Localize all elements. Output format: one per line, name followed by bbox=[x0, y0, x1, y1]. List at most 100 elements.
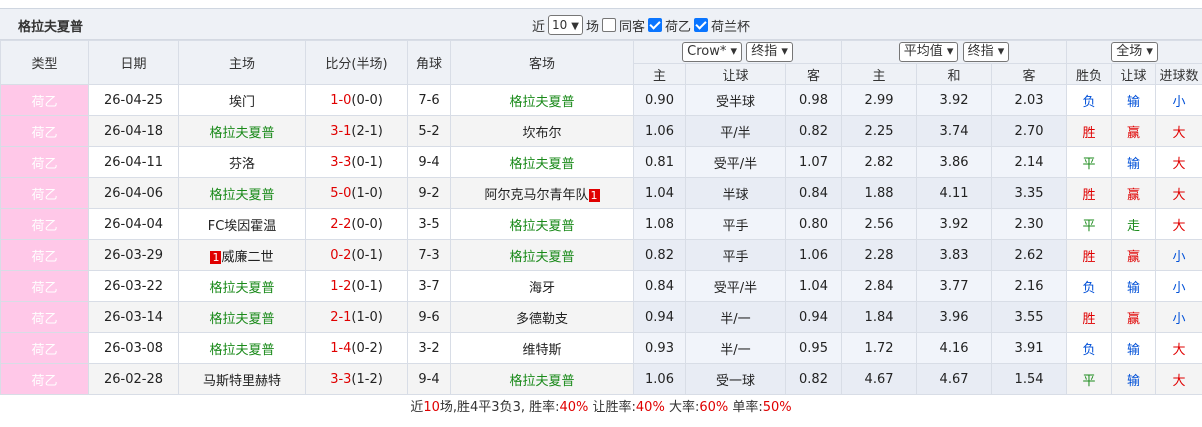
odds-away-cell: 0.82 bbox=[784, 115, 843, 147]
col-corner: 角球 bbox=[407, 40, 451, 85]
home-team-name[interactable]: 埃门 bbox=[229, 95, 255, 110]
sub-euro-home: 主 bbox=[841, 63, 918, 85]
score[interactable]: 0-2 bbox=[330, 248, 351, 263]
away-team-name[interactable]: 格拉夫夏普 bbox=[509, 95, 574, 110]
date-cell: 26-04-04 bbox=[88, 208, 179, 240]
score-cell: 2-1(1-0) bbox=[305, 301, 408, 333]
handicap-result-cell: 赢 bbox=[1111, 177, 1157, 209]
odds-home-cell: 1.06 bbox=[633, 115, 686, 147]
home-team-name[interactable]: 格拉夫夏普 bbox=[209, 281, 274, 296]
odds-handicap-cell: 平手 bbox=[685, 208, 786, 240]
away-team-name[interactable]: 格拉夫夏普 bbox=[509, 250, 574, 265]
away-team-name[interactable]: 坎布尔 bbox=[522, 126, 561, 141]
league1-checkbox[interactable] bbox=[648, 18, 663, 32]
odds-handicap-cell: 受一球 bbox=[685, 363, 786, 395]
corner-cell: 3-7 bbox=[407, 270, 451, 302]
home-cell: 芬洛 bbox=[178, 146, 306, 178]
euro-away-cell: 3.35 bbox=[991, 177, 1068, 209]
score[interactable]: 2-2 bbox=[330, 217, 351, 232]
away-team-name[interactable]: 维特斯 bbox=[522, 343, 561, 358]
home-team-name[interactable]: 威廉二世 bbox=[221, 250, 273, 265]
away-cell: 多德勒支 bbox=[450, 301, 634, 333]
corner-cell: 9-4 bbox=[407, 146, 451, 178]
score-cell: 1-0(0-0) bbox=[305, 84, 408, 116]
league-cell[interactable]: 荷乙 bbox=[0, 84, 89, 116]
odds-away-cell: 0.82 bbox=[784, 363, 843, 395]
half-score: (0-0) bbox=[351, 92, 383, 108]
summary-hcp-rate: 40% bbox=[635, 400, 665, 415]
home-team-name[interactable]: 马斯特里赫特 bbox=[203, 374, 281, 389]
league-cell[interactable]: 荷乙 bbox=[0, 239, 89, 271]
panel-header: 格拉夫夏普 近 10 ▼ 场 同客 荷乙 荷兰杯 bbox=[0, 9, 1202, 40]
home-team-name[interactable]: 格拉夫夏普 bbox=[209, 312, 274, 327]
date-cell: 26-04-06 bbox=[88, 177, 179, 209]
odds-home-cell: 0.81 bbox=[633, 146, 686, 178]
summary-odd-rate: 50% bbox=[762, 400, 792, 415]
score[interactable]: 3-1 bbox=[330, 124, 351, 139]
away-team-name[interactable]: 多德勒支 bbox=[516, 312, 568, 327]
euro-away-cell: 2.62 bbox=[991, 239, 1068, 271]
odds-home-cell: 0.93 bbox=[633, 332, 686, 364]
home-team-name[interactable]: 芬洛 bbox=[229, 157, 255, 172]
home-team-name[interactable]: 格拉夫夏普 bbox=[209, 188, 274, 203]
date-cell: 26-03-29 bbox=[88, 239, 179, 271]
away-cell: 维特斯 bbox=[450, 332, 634, 364]
goals-result-cell: 大 bbox=[1155, 208, 1202, 240]
league-cell[interactable]: 荷乙 bbox=[0, 270, 89, 302]
scope-select[interactable]: 全场 ▾ bbox=[1111, 42, 1158, 62]
recent-count-select[interactable]: 10 ▼ bbox=[548, 15, 583, 35]
euro-draw-cell: 4.16 bbox=[916, 332, 993, 364]
sub-handicap-result: 让球 bbox=[1111, 63, 1157, 85]
scope-select-value: 全场 bbox=[1116, 44, 1143, 59]
score[interactable]: 1-4 bbox=[330, 341, 351, 356]
red-card-badge: 1 bbox=[210, 250, 222, 264]
odds-handicap-cell: 受平/半 bbox=[685, 146, 786, 178]
euro-draw-cell: 3.77 bbox=[916, 270, 993, 302]
score[interactable]: 2-1 bbox=[330, 310, 351, 325]
euro-home-cell: 2.25 bbox=[841, 115, 918, 147]
euro-home-cell: 2.99 bbox=[841, 84, 918, 116]
away-cell: 格拉夫夏普 bbox=[450, 146, 634, 178]
away-team-name[interactable]: 格拉夫夏普 bbox=[509, 374, 574, 389]
away-cell: 海牙 bbox=[450, 270, 634, 302]
odds-away-cell: 0.94 bbox=[784, 301, 843, 333]
corner-cell: 3-5 bbox=[407, 208, 451, 240]
league-cell[interactable]: 荷乙 bbox=[0, 115, 89, 147]
score[interactable]: 3-3 bbox=[330, 372, 351, 387]
score[interactable]: 1-0 bbox=[330, 93, 351, 108]
away-team-name[interactable]: 海牙 bbox=[529, 281, 555, 296]
away-team-name[interactable]: 格拉夫夏普 bbox=[509, 219, 574, 234]
home-team-name[interactable]: 格拉夫夏普 bbox=[209, 343, 274, 358]
average-select[interactable]: 平均值 ▾ bbox=[898, 42, 959, 62]
league-cell[interactable]: 荷乙 bbox=[0, 332, 89, 364]
home-team-name[interactable]: 格拉夫夏普 bbox=[209, 126, 274, 141]
same-home-checkbox[interactable] bbox=[602, 18, 617, 32]
home-team-name[interactable]: FC埃因霍温 bbox=[208, 219, 277, 234]
col-type: 类型 bbox=[0, 40, 89, 85]
score[interactable]: 3-3 bbox=[330, 155, 351, 170]
handicap-result-cell: 输 bbox=[1111, 332, 1157, 364]
handicap-mode-select[interactable]: 终指 ▾ bbox=[746, 42, 793, 62]
euro-away-cell: 2.30 bbox=[991, 208, 1068, 240]
home-cell: 格拉夫夏普 bbox=[178, 115, 306, 147]
handicap-result-cell: 输 bbox=[1111, 146, 1157, 178]
summary-big-rate: 60% bbox=[699, 400, 729, 415]
league2-checkbox[interactable] bbox=[694, 18, 709, 32]
league-cell[interactable]: 荷乙 bbox=[0, 208, 89, 240]
average-select-value: 平均值 bbox=[903, 44, 943, 59]
league-cell[interactable]: 荷乙 bbox=[0, 177, 89, 209]
away-team-name[interactable]: 阿尔克马尔青年队 bbox=[484, 188, 588, 203]
away-cell: 阿尔克马尔青年队 1 bbox=[450, 177, 634, 209]
away-team-name[interactable]: 格拉夫夏普 bbox=[509, 157, 574, 172]
score[interactable]: 1-2 bbox=[330, 279, 351, 294]
home-cell: 格拉夫夏普 bbox=[178, 301, 306, 333]
company-select[interactable]: Crow* ▾ bbox=[682, 42, 743, 62]
score[interactable]: 5-0 bbox=[330, 186, 351, 201]
summary-win-rate: 40% bbox=[559, 400, 589, 415]
league-cell[interactable]: 荷乙 bbox=[0, 301, 89, 333]
euro-mode-select[interactable]: 终指 ▾ bbox=[962, 42, 1010, 62]
league-cell[interactable]: 荷乙 bbox=[0, 363, 89, 395]
league-cell[interactable]: 荷乙 bbox=[0, 146, 89, 178]
euro-home-cell: 2.56 bbox=[841, 208, 918, 240]
same-home-label: 同客 bbox=[619, 19, 646, 35]
